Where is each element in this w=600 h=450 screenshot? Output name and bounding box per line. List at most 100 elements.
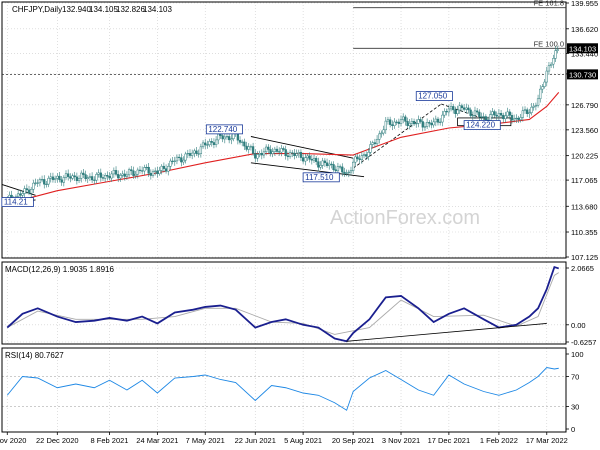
candle-body xyxy=(212,142,216,145)
candle-body xyxy=(480,116,483,118)
candle-body xyxy=(404,116,407,122)
candle-body xyxy=(504,115,507,120)
candle-body xyxy=(195,150,198,154)
candle-body xyxy=(67,173,70,177)
candle-body xyxy=(117,174,120,179)
candle-body xyxy=(162,165,166,169)
candle-body xyxy=(75,176,79,181)
candle-body xyxy=(56,175,59,179)
candle-body xyxy=(373,142,377,145)
candle-body xyxy=(473,110,477,116)
candle-body xyxy=(169,160,172,167)
candle-body xyxy=(434,118,437,123)
candle-body xyxy=(397,121,400,124)
candle-body xyxy=(243,141,246,147)
candle-body xyxy=(395,121,398,123)
candle-body xyxy=(186,153,189,155)
candle-body xyxy=(249,146,253,148)
candle-body xyxy=(106,175,109,177)
candle-body xyxy=(151,171,155,176)
candle-body xyxy=(556,49,559,51)
candle-body xyxy=(515,117,518,120)
candle-body xyxy=(88,176,92,178)
candle-body xyxy=(362,154,366,156)
candle-body xyxy=(452,106,455,111)
fe-label: FE 100.0 xyxy=(534,39,564,48)
candle-body xyxy=(352,161,355,171)
candle-body xyxy=(256,154,259,159)
candle-body xyxy=(282,148,285,150)
time-tick-label: 17 Dec 2021 xyxy=(428,436,471,445)
candle-body xyxy=(460,105,464,109)
annotation-label: 114.21 xyxy=(4,198,28,207)
candle-body xyxy=(156,170,159,175)
time-tick-label: 22 Jun 2021 xyxy=(235,436,276,445)
candle-body xyxy=(197,153,200,155)
macd-tick-label: 0.00 xyxy=(571,321,586,330)
candle-body xyxy=(456,109,459,114)
candle-body xyxy=(321,160,324,166)
candle-body xyxy=(58,175,61,181)
price-tick-label: 117.065 xyxy=(571,176,598,185)
rsi-tick-label: 0 xyxy=(571,425,575,434)
price-tick-label: 107.125 xyxy=(571,253,598,262)
candle-body xyxy=(391,124,394,126)
candle-body xyxy=(360,155,364,160)
candle-body xyxy=(99,172,102,178)
candle-body xyxy=(30,188,33,194)
candle-body xyxy=(188,153,192,156)
candle-body xyxy=(217,133,220,141)
ohlc-open: 132.940 xyxy=(62,5,91,14)
candle-body xyxy=(545,70,548,83)
candle-body xyxy=(53,178,57,180)
candle-body xyxy=(415,123,418,125)
candle-body xyxy=(354,156,357,163)
candle-body xyxy=(123,173,126,177)
candle-body xyxy=(267,146,270,150)
candle-body xyxy=(251,146,255,154)
candle-body xyxy=(334,169,337,172)
candle-body xyxy=(393,121,396,126)
candle-body xyxy=(530,106,533,113)
rsi-title: RSI(14) 80.7627 xyxy=(5,351,64,360)
candle-body xyxy=(127,169,131,176)
candle-body xyxy=(193,150,196,154)
candle-body xyxy=(493,111,496,116)
candle-body xyxy=(291,152,294,154)
candle-body xyxy=(241,141,244,143)
candle-body xyxy=(497,112,501,117)
annotation-label: 122.740 xyxy=(208,125,237,134)
candle-body xyxy=(502,114,505,120)
time-tick-label: 1 Feb 2022 xyxy=(480,436,518,445)
candle-body xyxy=(47,177,50,185)
candle-body xyxy=(484,116,488,120)
candle-body xyxy=(528,112,531,114)
candle-body xyxy=(230,138,233,141)
candle-body xyxy=(349,170,353,173)
time-tick-label: 3 Nov 2021 xyxy=(382,436,420,445)
candle-body xyxy=(132,170,135,176)
candle-body xyxy=(439,121,442,123)
candle-body xyxy=(264,146,268,153)
candle-body xyxy=(454,109,457,114)
candle-body xyxy=(21,193,24,196)
candle-body xyxy=(495,114,498,117)
candle-body xyxy=(273,148,276,152)
candle-body xyxy=(143,167,146,172)
candle-body xyxy=(445,111,448,113)
candle-body xyxy=(184,153,187,161)
candle-body xyxy=(19,193,22,196)
candle-body xyxy=(271,151,274,154)
candle-body xyxy=(104,175,107,179)
candle-body xyxy=(534,105,538,107)
candle-body xyxy=(158,170,161,175)
candle-body xyxy=(443,111,446,116)
candle-body xyxy=(343,171,346,174)
candle-body xyxy=(147,166,150,174)
price-tick-label: 113.680 xyxy=(571,202,598,211)
candle-body xyxy=(93,179,96,181)
candle-body xyxy=(138,169,142,171)
candle-body xyxy=(543,81,546,87)
candle-body xyxy=(199,146,203,154)
candle-body xyxy=(210,141,213,143)
